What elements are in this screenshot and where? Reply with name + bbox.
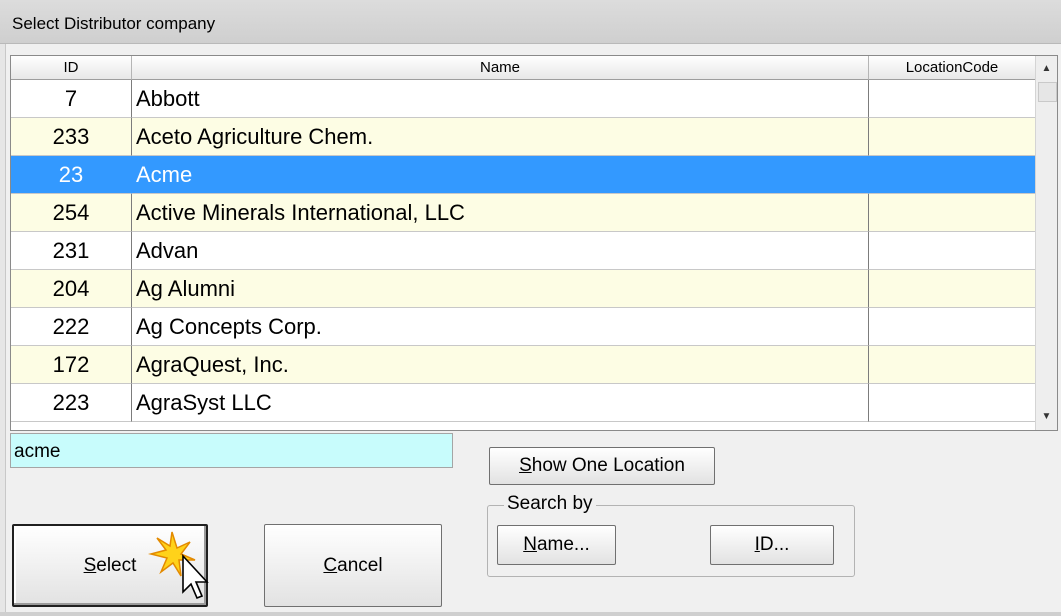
window-left-edge — [0, 44, 6, 616]
mouse-pointer-click-icon — [148, 531, 209, 600]
sort-up-arrow-icon[interactable]: ▲ — [1036, 58, 1057, 80]
search-input[interactable] — [10, 433, 453, 468]
table-row[interactable]: 204 Ag Alumni — [11, 270, 1036, 308]
scroll-down-arrow-icon[interactable]: ▼ — [1036, 406, 1057, 428]
cell-id: 222 — [11, 308, 132, 346]
table-row[interactable]: 254 Active Minerals International, LLC — [11, 194, 1036, 232]
vertical-scrollbar[interactable]: ▲ ▼ — [1035, 56, 1057, 430]
table-row[interactable]: 7 Abbott — [11, 80, 1036, 118]
cell-location-code — [869, 118, 1036, 156]
column-header-name[interactable]: Name — [132, 56, 869, 80]
cell-name: Ag Alumni — [132, 270, 869, 308]
search-by-id-button[interactable]: ID... — [710, 525, 834, 565]
show-one-location-label: how One Location — [531, 455, 685, 476]
cell-location-code — [869, 80, 1036, 118]
table-row[interactable]: 231 Advan — [11, 232, 1036, 270]
cell-location-code — [869, 308, 1036, 346]
cell-id: 204 — [11, 270, 132, 308]
cell-name: Advan — [132, 232, 869, 270]
cell-id: 223 — [11, 384, 132, 422]
cell-name: Abbott — [132, 80, 869, 118]
cell-name: Aceto Agriculture Chem. — [132, 118, 869, 156]
search-by-name-button[interactable]: Name... — [497, 525, 616, 565]
column-header-location-code[interactable]: LocationCode — [869, 56, 1036, 80]
cell-location-code — [869, 384, 1036, 422]
name-label: ame... — [536, 534, 590, 555]
cell-name: Active Minerals International, LLC — [132, 194, 869, 232]
cancel-label: ancel — [337, 555, 383, 576]
search-by-legend: Search by — [504, 493, 596, 515]
table-row[interactable]: 223 AgraSyst LLC — [11, 384, 1036, 422]
cell-name: Acme — [132, 156, 869, 194]
cell-id: 254 — [11, 194, 132, 232]
table-row[interactable]: 172 AgraQuest, Inc. — [11, 346, 1036, 384]
table-row[interactable]: 222 Ag Concepts Corp. — [11, 308, 1036, 346]
table-row[interactable]: 23 Acme — [11, 156, 1036, 194]
window-title: Select Distributor company — [12, 14, 216, 33]
id-label: D... — [759, 534, 790, 555]
select-label: elect — [96, 555, 137, 576]
window-bottom-edge — [0, 612, 1061, 616]
select-mnemonic: S — [83, 555, 97, 576]
cell-id: 7 — [11, 80, 132, 118]
title-bar: Select Distributor company — [0, 0, 1061, 44]
show-one-location-mnemonic: S — [519, 455, 532, 476]
cell-name: AgraSyst LLC — [132, 384, 869, 422]
cell-id: 23 — [11, 156, 132, 194]
cell-name: Ag Concepts Corp. — [132, 308, 869, 346]
distributor-grid[interactable]: ID Name LocationCode 7 Abbott 233 Aceto Agr… — [10, 55, 1058, 431]
cell-id: 172 — [11, 346, 132, 384]
cell-location-code — [869, 270, 1036, 308]
cell-location-code — [869, 194, 1036, 232]
show-one-location-button[interactable]: Show One Location — [489, 447, 715, 485]
cell-id: 233 — [11, 118, 132, 156]
cancel-button[interactable]: Cancel — [264, 524, 442, 607]
cell-location-code — [869, 346, 1036, 384]
cell-location-code — [869, 232, 1036, 270]
cell-name: AgraQuest, Inc. — [132, 346, 869, 384]
cell-id: 231 — [11, 232, 132, 270]
cancel-mnemonic: C — [323, 555, 338, 576]
table-row[interactable]: 233 Aceto Agriculture Chem. — [11, 118, 1036, 156]
column-header-id[interactable]: ID — [11, 56, 132, 80]
cell-location-code — [869, 156, 1036, 194]
name-mnemonic: N — [523, 534, 537, 555]
scrollbar-thumb[interactable] — [1038, 82, 1057, 102]
